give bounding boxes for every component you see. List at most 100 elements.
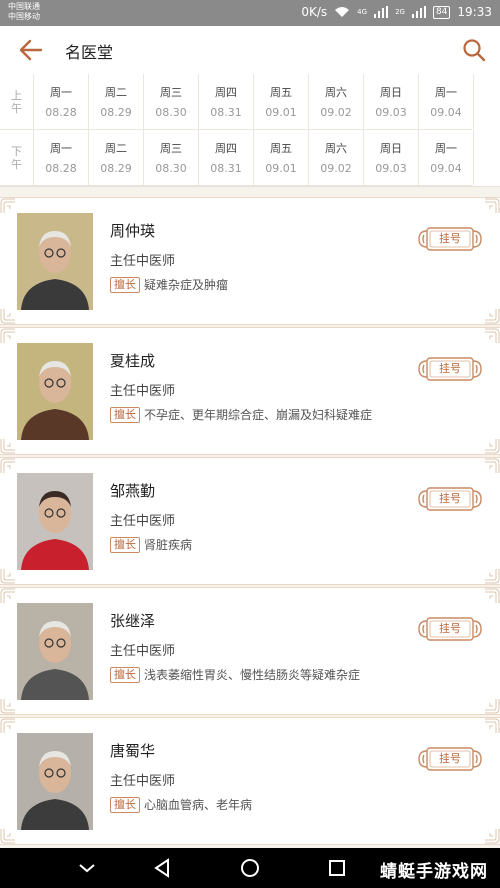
home-circle-icon[interactable] — [238, 856, 262, 880]
specialty-row: 擅长 心脑血管病、老年病 — [110, 796, 252, 813]
weekday-label: 周四 — [215, 86, 237, 99]
book-button-label: 挂号 — [439, 622, 461, 635]
doctor-title: 主任中医师 — [110, 384, 176, 399]
weekday-label: 周一 — [50, 86, 72, 99]
schedule-day-cell[interactable]: 周一 08.28 — [34, 130, 89, 185]
corner-ornament-icon — [484, 198, 500, 214]
doctor-card[interactable]: 唐蜀华主任中医师擅长 心脑血管病、老年病 挂号 — [0, 717, 500, 845]
book-appointment-button[interactable]: 挂号 — [417, 356, 483, 382]
weekday-label: 周四 — [215, 142, 237, 155]
schedule-day-cell[interactable]: 周一 08.28 — [34, 74, 89, 129]
recents-square-icon[interactable] — [325, 856, 349, 880]
date-label: 08.30 — [155, 162, 187, 175]
corner-ornament-icon — [484, 588, 500, 604]
date-label: 08.31 — [210, 106, 242, 119]
page-title: 名医堂 — [65, 43, 114, 62]
doctor-name: 张继泽 — [110, 612, 156, 630]
doctor-card[interactable]: 张继泽 主任中医师 擅长 浅表萎缩性胃炎、慢性结肠炎等疑难杂症 挂号 — [0, 587, 500, 715]
date-label: 09.04 — [430, 162, 462, 175]
corner-ornament-icon — [484, 438, 500, 454]
weekday-label: 周二 — [105, 86, 127, 99]
doctor-photo — [17, 603, 93, 700]
date-label: 08.31 — [210, 162, 242, 175]
specialty-tag: 擅长 — [110, 276, 140, 293]
period-char: 午 — [11, 157, 22, 171]
signal-icon — [374, 6, 389, 18]
search-icon[interactable] — [462, 38, 486, 62]
schedule-day-cell[interactable]: 周一 09.04 — [419, 74, 474, 129]
schedule-table: 上午周一 08.28 周二 08.29 周三 08.30 周四 08.31 周五 09.01 周六 0… — [0, 74, 500, 187]
corner-ornament-icon — [0, 588, 16, 604]
date-label: 08.28 — [45, 162, 77, 175]
specialty-text: 不孕症、更年期综合症、崩漏及妇科疑难症 — [144, 408, 373, 422]
corner-ornament-icon — [0, 198, 16, 214]
schedule-day-cell[interactable]: 周五 09.01 — [254, 130, 309, 185]
weekday-label: 周一 — [50, 142, 72, 155]
date-label: 08.30 — [155, 106, 187, 119]
date-label: 09.02 — [320, 162, 352, 175]
date-label: 09.03 — [375, 162, 407, 175]
date-label: 08.29 — [100, 106, 132, 119]
book-appointment-button[interactable]: 挂号 — [417, 616, 483, 642]
doctor-name: 邹燕勤 — [110, 482, 156, 500]
specialty-row: 擅长 疑难杂症及肿瘤 — [110, 276, 228, 293]
book-button-label: 挂号 — [439, 752, 461, 765]
specialty-text: 浅表萎缩性胃炎、慢性结肠炎等疑难杂症 — [144, 668, 361, 682]
book-appointment-button[interactable]: 挂号 — [417, 486, 483, 512]
corner-ornament-icon — [0, 568, 16, 584]
schedule-day-cell[interactable]: 周三 08.30 — [144, 130, 199, 185]
doctor-name: 夏桂成 — [110, 352, 156, 370]
schedule-day-cell[interactable]: 周日 09.03 — [364, 130, 419, 185]
specialty-row: 擅长 肾脏疾病 — [110, 536, 192, 553]
specialty-text: 心脑血管病、老年病 — [144, 798, 253, 812]
doctor-card[interactable]: 邹燕勤主任中医师擅长 肾脏疾病 挂号 — [0, 457, 500, 585]
doctor-title: 主任中医师 — [110, 774, 176, 789]
schedule-day-cell[interactable]: 周六 09.02 — [309, 74, 364, 129]
book-appointment-button[interactable]: 挂号 — [417, 746, 483, 772]
weekday-label: 周二 — [105, 142, 127, 155]
corner-ornament-icon — [484, 568, 500, 584]
schedule-day-cell[interactable]: 周四 08.31 — [199, 74, 254, 129]
book-appointment-button[interactable]: 挂号 — [417, 226, 483, 252]
status-bar: 中国联通 中国移动 0K/s 4G 2G 84 19:33 — [0, 0, 500, 26]
schedule-day-cell[interactable]: 周三 08.30 — [144, 74, 199, 129]
doctor-card[interactable]: 夏桂成 主任中医师 擅长 不孕症、更年期综合症、崩漏及妇科疑难症 挂号 — [0, 327, 500, 455]
schedule-day-cell[interactable]: 周一 09.04 — [419, 130, 474, 185]
date-label: 09.01 — [265, 162, 297, 175]
corner-ornament-icon — [0, 718, 16, 734]
back-triangle-icon[interactable] — [150, 856, 174, 880]
corner-ornament-icon — [0, 438, 16, 454]
weekday-label: 周六 — [325, 86, 347, 99]
period-char: 上 — [11, 88, 22, 102]
schedule-day-cell[interactable]: 周二 08.29 — [89, 74, 144, 129]
weekday-label: 周日 — [380, 86, 402, 99]
carrier-info: 中国联通 中国移动 — [8, 2, 40, 22]
doctor-title: 主任中医师 — [110, 254, 176, 269]
clock: 19:33 — [457, 5, 492, 19]
chevron-down-icon[interactable] — [75, 856, 99, 880]
schedule-day-cell[interactable]: 周二 08.29 — [89, 130, 144, 185]
doctor-card[interactable]: 周仲瑛 主任中医师 擅长 疑难杂症及肿瘤 挂号 — [0, 197, 500, 325]
specialty-text: 肾脏疾病 — [144, 538, 193, 552]
doctor-title: 主任中医师 — [110, 514, 176, 529]
weekday-label: 周一 — [435, 142, 457, 155]
signal-tag-2g: 2G — [395, 8, 405, 16]
doctor-title: 主任中医师 — [110, 644, 176, 659]
schedule-day-cell[interactable]: 周日 09.03 — [364, 74, 419, 129]
schedule-day-cell[interactable]: 周六 09.02 — [309, 130, 364, 185]
schedule-day-cell[interactable]: 周四 08.31 — [199, 130, 254, 185]
period-label: 下午 — [0, 130, 34, 185]
corner-ornament-icon — [0, 828, 16, 844]
date-label: 09.01 — [265, 106, 297, 119]
corner-ornament-icon — [0, 308, 16, 324]
corner-ornament-icon — [484, 458, 500, 474]
status-indicators: 0K/s 4G 2G 84 19:33 — [301, 5, 492, 19]
corner-ornament-icon — [0, 328, 16, 344]
weekday-label: 周三 — [160, 86, 182, 99]
doctor-name: 唐蜀华 — [110, 742, 156, 760]
corner-ornament-icon — [484, 698, 500, 714]
corner-ornament-icon — [484, 828, 500, 844]
weekday-label: 周一 — [435, 86, 457, 99]
arrow-left-icon[interactable] — [18, 38, 44, 62]
schedule-day-cell[interactable]: 周五 09.01 — [254, 74, 309, 129]
